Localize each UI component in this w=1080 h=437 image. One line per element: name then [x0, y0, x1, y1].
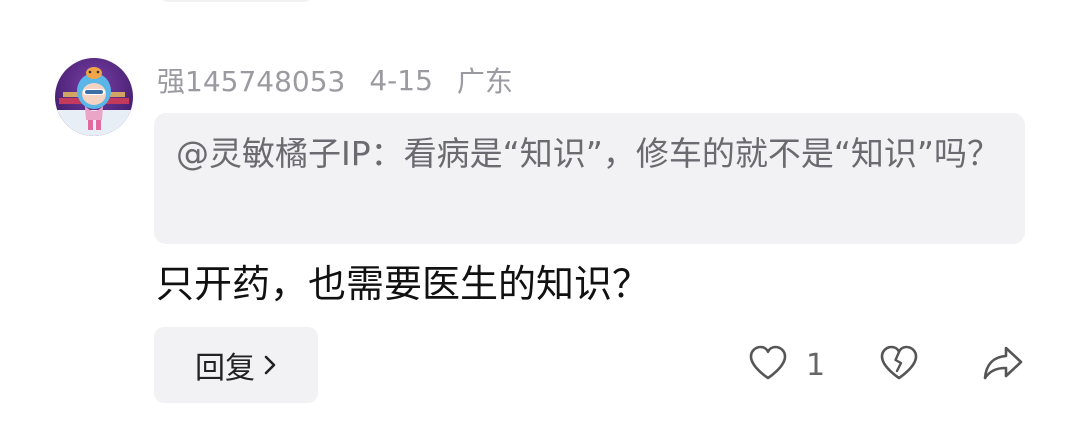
comment-region: 广东 — [456, 65, 513, 98]
broken-heart-icon — [879, 344, 919, 386]
previous-item-edge — [160, 0, 312, 2]
username[interactable]: 强145748053 — [157, 60, 345, 100]
avatar-image — [55, 58, 133, 136]
comment-page: 强145748053 4-15 广东 @灵敏橘子IP：看病是“知识”，修车的就不… — [0, 0, 1080, 437]
share-button[interactable] — [982, 345, 1024, 385]
avatar[interactable] — [55, 58, 133, 136]
chevron-right-icon — [263, 353, 277, 377]
quoted-comment[interactable]: @灵敏橘子IP：看病是“知识”，修车的就不是“知识”吗？ — [154, 113, 1025, 244]
reply-button[interactable]: 回复 — [154, 327, 318, 403]
comment-date: 4-15 — [369, 63, 433, 97]
comment-text: 只开药，也需要医生的知识？ — [156, 262, 651, 306]
like-button[interactable]: 1 — [748, 345, 825, 385]
comment-meta: 强145748053 4-15 广东 — [157, 60, 513, 100]
like-count: 1 — [806, 347, 826, 383]
reply-button-label: 回复 — [195, 351, 255, 386]
heart-outline-icon — [748, 344, 788, 386]
share-arrow-icon — [982, 344, 1024, 386]
dislike-button[interactable] — [879, 345, 919, 385]
quoted-comment-text: @灵敏橘子IP：看病是“知识”，修车的就不是“知识”吗？ — [176, 134, 1001, 173]
